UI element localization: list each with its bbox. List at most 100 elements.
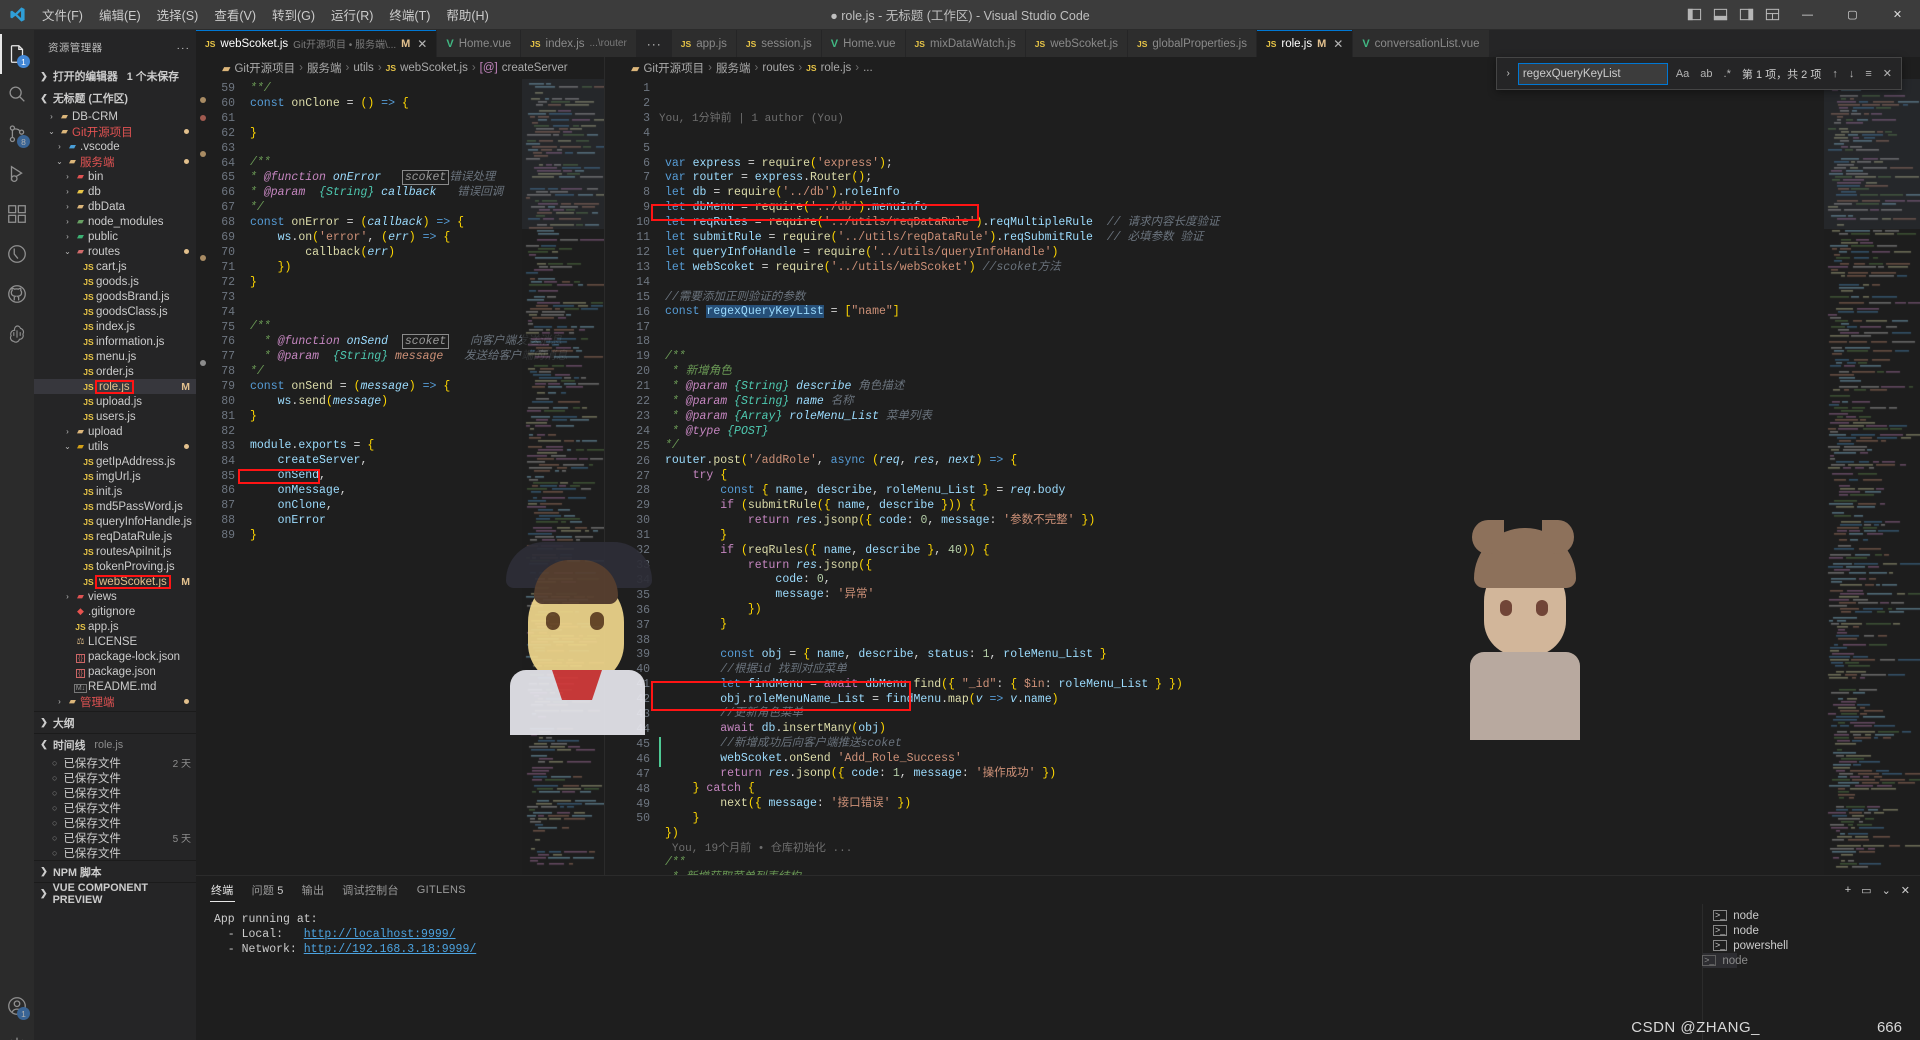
file-tree[interactable]: › ▰ DB-CRM ⌄ ▰ Git开源项目 › ▰ .vscode ⌄ ▰ 服务端 › ▰ bin › ▰ db…: [34, 109, 196, 709]
outline-section-header[interactable]: ❯ 大纲: [34, 711, 196, 733]
activity-openai[interactable]: [0, 314, 34, 354]
use-regex-icon[interactable]: .*: [1721, 67, 1734, 81]
minimap-left[interactable]: [522, 79, 604, 875]
timeline-item[interactable]: ○ 已保存文件: [34, 785, 196, 800]
code-line[interactable]: * @param {Array} roleMenu_List 菜单列表: [659, 410, 1920, 425]
code-line[interactable]: message: '异常': [659, 588, 1920, 603]
code-line[interactable]: const { name, describe, roleMenu_List } …: [659, 484, 1920, 499]
tree-item-public[interactable]: › ▰ public: [34, 229, 196, 244]
whole-word-icon[interactable]: ab: [1697, 67, 1715, 81]
tree-item-routesapiinit-js[interactable]: JS routesApiInit.js: [34, 544, 196, 559]
terminal-link[interactable]: http://localhost:9999/: [304, 928, 456, 941]
activity-settings[interactable]: 1: [0, 1026, 34, 1040]
menu-go[interactable]: 转到(G): [264, 2, 323, 27]
workspace-section-header[interactable]: ❮ 无标题 (工作区): [34, 87, 196, 109]
code-line[interactable]: var express = require('express');: [659, 157, 1920, 172]
activity-testing[interactable]: [0, 234, 34, 274]
panel-chevron-icon[interactable]: ⌄: [1882, 884, 1891, 897]
code-line[interactable]: } catch {: [659, 782, 1920, 797]
code-line[interactable]: let db = require('../db').roleInfo: [659, 186, 1920, 201]
tree-item-imgurl-js[interactable]: JS imgUrl.js: [34, 469, 196, 484]
code-line[interactable]: return res.jsonp({: [659, 559, 1920, 574]
code-line[interactable]: }): [659, 603, 1920, 618]
code-line[interactable]: /**: [659, 350, 1920, 365]
find-previous-icon[interactable]: ↑: [1829, 67, 1841, 81]
tree-item-routes[interactable]: ⌄ ▰ routes: [34, 244, 196, 259]
breadcrumb-left[interactable]: ▰ Git开源项目 › 服务端 › utils › JS webScoket.js › [@] cre…: [196, 57, 604, 79]
timeline-item[interactable]: ○ 已保存文件 2 天: [34, 755, 196, 771]
tree-item-queryinfohandle-js[interactable]: JS queryInfoHandle.js: [34, 514, 196, 529]
tab-home-vue[interactable]: V Home.vue: [821, 30, 906, 57]
tab-conversationlist-vue[interactable]: VconversationList.vue: [1353, 30, 1490, 57]
sidebar-more-actions-icon[interactable]: ···: [177, 42, 191, 54]
open-editors-section-header[interactable]: ❯ 打开的编辑器 1 个未保存: [34, 65, 196, 87]
code-line[interactable]: You, 19个月前 • 仓库初始化 ...: [659, 842, 1920, 857]
timeline-item[interactable]: ○ 已保存文件: [34, 800, 196, 815]
tab-group-right[interactable]: JS app.js JS session.js V Home.vue JS mixDataWa…: [671, 30, 1490, 57]
tab-group-left[interactable]: JS webScoket.js Git开源项目 • 服务端\... M ✕ V Home.v…: [196, 30, 637, 57]
twisty-icon[interactable]: ›: [62, 202, 73, 211]
code-line[interactable]: next({ message: '接口错误' }): [659, 797, 1920, 812]
code-line[interactable]: [659, 633, 1920, 648]
match-case-icon[interactable]: Aa: [1673, 67, 1692, 81]
code-area-right[interactable]: 1 2 3 4 5 6 7 8 9 10 11 12 13 14 15 16 17 18 19 20 21 22 23 24 2…: [605, 79, 1920, 875]
code-line[interactable]: * @param {String} describe 角色描述: [659, 380, 1920, 395]
tree-item-dbdata[interactable]: › ▰ dbData: [34, 199, 196, 214]
tree-item-git开源项目[interactable]: ⌄ ▰ Git开源项目: [34, 124, 196, 139]
find-input[interactable]: [1517, 62, 1668, 85]
code-line[interactable]: try {: [659, 469, 1920, 484]
tree-item-bin[interactable]: › ▰ bin: [34, 169, 196, 184]
find-expand-chevron-icon[interactable]: ›: [1503, 68, 1512, 79]
code-line[interactable]: //新增成功后向客户端推送scoket: [659, 737, 1920, 752]
tree-item-reqdatarule-js[interactable]: JS reqDataRule.js: [34, 529, 196, 544]
code-line[interactable]: webScoket.onSend 'Add_Role_Success': [659, 752, 1920, 767]
tab-close-icon[interactable]: ✕: [417, 37, 427, 51]
menu-selection[interactable]: 选择(S): [149, 2, 207, 27]
twisty-icon[interactable]: ›: [62, 232, 73, 241]
twisty-icon[interactable]: ›: [62, 187, 73, 196]
breadcrumb-segment[interactable]: webScoket.js: [400, 62, 468, 74]
panel-tab-输出[interactable]: 输出: [301, 878, 326, 902]
panel-tab-GITLENS[interactable]: GITLENS: [416, 880, 467, 900]
tab-role-js[interactable]: JS role.js M ✕: [1256, 30, 1354, 57]
minimap-slider[interactable]: [522, 79, 604, 229]
timeline-item[interactable]: ○ 已保存文件: [34, 770, 196, 785]
tree-item-app-js[interactable]: JS app.js: [34, 619, 196, 634]
tab-close-icon[interactable]: ✕: [1333, 37, 1343, 51]
tree-item-webscoket-js[interactable]: JS webScoket.js M: [34, 574, 196, 589]
menu-terminal[interactable]: 终端(T): [381, 2, 438, 27]
timeline-item[interactable]: ○ 已保存文件 5 天: [34, 830, 196, 846]
code-line[interactable]: let reqRules = require('../utils/reqData…: [659, 216, 1920, 231]
panel-new-terminal-icon[interactable]: +: [1845, 884, 1851, 896]
toggle-secondary-sidebar-icon[interactable]: [1733, 0, 1759, 30]
activity-github[interactable]: [0, 274, 34, 314]
tree-item-license[interactable]: ⚖ LICENSE: [34, 634, 196, 649]
activity-accounts[interactable]: 1: [0, 986, 34, 1026]
code-line[interactable]: //根据id 找到对应菜单: [659, 663, 1920, 678]
menu-view[interactable]: 查看(V): [206, 2, 264, 27]
twisty-icon[interactable]: ⌄: [54, 157, 65, 166]
tree-item-utils[interactable]: ⌄ ▰ utils: [34, 439, 196, 454]
code-area-left[interactable]: 59 60 61 62 63 64 65 66 67 68 69 70 71 72 73 74 75 76 77 78…: [196, 79, 604, 875]
tree-item-role-js[interactable]: JS role.js M: [34, 379, 196, 394]
twisty-icon[interactable]: ›: [54, 697, 65, 706]
tree-item-db-crm[interactable]: › ▰ DB-CRM: [34, 109, 196, 124]
tab-globalproperties-js[interactable]: JS globalProperties.js: [1127, 30, 1257, 57]
toggle-panel-icon[interactable]: [1707, 0, 1733, 30]
code-line[interactable]: }: [659, 618, 1920, 633]
breadcrumb-segment[interactable]: Git开源项目: [643, 60, 704, 76]
find-close-icon[interactable]: ✕: [1880, 66, 1895, 81]
menu-file[interactable]: 文件(F): [34, 2, 91, 27]
activity-search[interactable]: [0, 74, 34, 114]
tree-item-readme-md[interactable]: M↓ README.md: [34, 679, 196, 694]
menu-edit[interactable]: 编辑(E): [91, 2, 149, 27]
activity-extensions[interactable]: [0, 194, 34, 234]
tree-item-node-modules[interactable]: › ▰ node_modules: [34, 214, 196, 229]
tab-webscoket-js[interactable]: JS webScoket.js: [1025, 30, 1128, 57]
tree-item-管理端[interactable]: › ▰ 管理端: [34, 694, 196, 709]
code-line[interactable]: return res.jsonp({ code: 1, message: '操作…: [659, 767, 1920, 782]
twisty-icon[interactable]: ›: [46, 112, 57, 121]
tree-item-cart-js[interactable]: JS cart.js: [34, 259, 196, 274]
code-line[interactable]: /**: [659, 856, 1920, 871]
terminal-instance[interactable]: >_ node: [1703, 923, 1920, 938]
